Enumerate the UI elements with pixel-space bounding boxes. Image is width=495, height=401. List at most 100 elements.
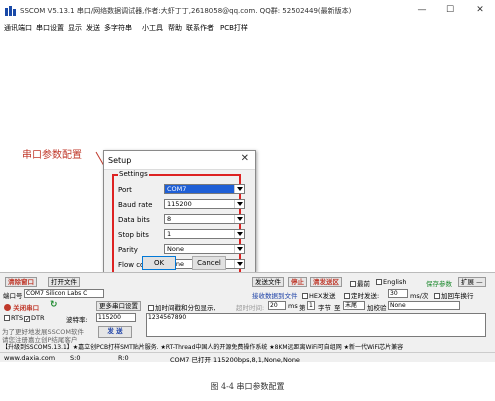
more-serial-settings-button[interactable]: 更多串口设置 [96, 301, 141, 311]
dtr-label: DTR [31, 314, 45, 322]
cancel-button[interactable]: Cancel [192, 256, 226, 270]
clear-send-button[interactable]: 清发送区 [310, 277, 342, 287]
receive-to-file-button[interactable]: 接收数据到文件 [252, 290, 298, 300]
menu-serial-settings[interactable]: 串口设置 [36, 23, 64, 33]
timestamp-checkbox[interactable]: 加时间戳和分包显示, [148, 302, 216, 312]
baud-rate-select[interactable]: 115200 [164, 199, 245, 209]
maximize-button[interactable]: ☐ [440, 3, 460, 17]
expand-button[interactable]: 扩展 — [458, 277, 486, 287]
checkbox-icon[interactable] [376, 279, 382, 285]
add-newline-checkbox[interactable]: 加回车换行 [434, 290, 474, 300]
port-label: Port [118, 186, 132, 194]
send-file-button[interactable]: 发送文件 [252, 277, 284, 287]
timeout-input[interactable]: 20 [268, 301, 286, 310]
port-state: COM7 已打开 115200bps,8,1,None,None [170, 356, 300, 364]
expand-label: 扩展 [461, 278, 474, 286]
checksum-select[interactable]: None [388, 301, 460, 310]
data-bits-select[interactable]: 8 [164, 214, 245, 224]
checkbox-icon[interactable] [4, 315, 10, 321]
clear-window-button[interactable]: 清除窗口 [5, 277, 37, 287]
timeout-label: 超时时间: [236, 304, 265, 312]
baud-rate-value: 115200 [167, 200, 192, 208]
end-select[interactable]: 末尾 [343, 301, 365, 310]
menu-send[interactable]: 发送 [86, 23, 100, 33]
menu-contact-author[interactable]: 联系作者 [186, 23, 214, 33]
parity-select[interactable]: None [164, 244, 245, 254]
menu-pcb-order[interactable]: PCB打样 [220, 23, 248, 33]
english-label: English [383, 278, 407, 286]
setup-dialog: Setup ✕ Settings Port COM7 Baud rate 115… [103, 150, 256, 276]
chevron-down-icon[interactable] [234, 245, 244, 253]
rts-checkbox[interactable]: RTS [4, 314, 23, 322]
dialog-close-icon[interactable]: ✕ [241, 153, 249, 164]
data-bits-value: 8 [167, 215, 172, 223]
parity-label: Parity [118, 246, 138, 254]
add-newline-label: 加回车换行 [441, 292, 474, 300]
figure-caption: 图 4-4 串口参数配置 [210, 382, 285, 391]
timed-send-input[interactable]: 30 [388, 289, 408, 298]
sent-count: S:0 [70, 354, 81, 362]
stop-button[interactable]: 停止 [288, 277, 307, 287]
news-ticker[interactable]: 【升级到SSCOM5.13.1】★嘉立创PCB打样SMT贴片服务. ★RT-Th… [2, 342, 493, 351]
app-logo-icon [5, 6, 16, 16]
port-select[interactable]: COM7 [164, 184, 245, 194]
close-port-button[interactable]: 关闭串口 [4, 302, 39, 312]
port-number-label: 端口号 [3, 292, 23, 300]
save-params-link[interactable]: 保存参数 [426, 278, 452, 288]
ms-label: ms [288, 302, 298, 310]
minimize-button[interactable]: — [412, 3, 432, 17]
chevron-down-icon[interactable] [234, 185, 244, 193]
timed-send-label: 定时发送: [351, 292, 380, 300]
timestamp-label: 加时间戳和分包显示, [155, 304, 216, 312]
port-status-icon [4, 304, 11, 311]
timed-unit-label: ms/次 [410, 292, 429, 300]
menu-bar: 通讯端口 串口设置 显示 发送 多字符串 小工具 帮助 联系作者 PCB打样 [0, 22, 495, 34]
baud-rate-label: Baud rate [118, 201, 153, 209]
checkmark-icon[interactable]: ✓ [24, 316, 30, 323]
baud-rate-panel-label: 波特率: [66, 316, 88, 324]
open-file-button[interactable]: 打开文件 [48, 277, 80, 287]
nth-label: 第 [299, 304, 306, 312]
chevron-down-icon[interactable] [234, 230, 244, 238]
annotation-label: 串口参数配置 [22, 150, 82, 161]
send-text-area[interactable]: 1234567890 [146, 313, 486, 337]
website-link[interactable]: www.daxia.com [4, 354, 55, 362]
expand-symbol: — [476, 278, 483, 286]
menu-comm-port[interactable]: 通讯端口 [4, 23, 32, 33]
ok-button[interactable]: OK [142, 256, 176, 270]
data-bits-label: Data bits [118, 216, 150, 224]
checkbox-icon[interactable] [350, 281, 356, 287]
port-value: COM7 [167, 185, 187, 193]
topmost-label: 最前 [357, 280, 370, 288]
control-panel: 清除窗口 打开文件 发送文件 停止 清发送区 最前 English 保存参数 扩… [0, 272, 495, 352]
english-checkbox[interactable]: English [376, 278, 406, 286]
close-button[interactable]: ✕ [470, 3, 490, 17]
chevron-down-icon[interactable] [234, 260, 244, 268]
parity-value: None [167, 245, 184, 253]
stop-bits-select[interactable]: 1 [164, 229, 245, 239]
menu-tools[interactable]: 小工具 [142, 23, 163, 33]
send-button[interactable]: 发 送 [98, 326, 132, 338]
checkbox-icon[interactable] [148, 305, 154, 311]
checkbox-icon[interactable] [302, 293, 308, 299]
checkbox-icon[interactable] [344, 293, 350, 299]
menu-display[interactable]: 显示 [68, 23, 82, 33]
menu-help[interactable]: 帮助 [168, 23, 182, 33]
port-number-select[interactable]: COM7 Silicon Labs C [24, 289, 104, 298]
byte-index-input[interactable]: 1 [307, 301, 315, 310]
send-text-value: 1234567890 [148, 314, 187, 321]
topmost-checkbox[interactable]: 最前 [350, 278, 370, 288]
settings-group-label: Settings [118, 170, 149, 178]
to-label: 至 [334, 304, 341, 312]
baud-rate-panel-select[interactable]: 115200 [96, 313, 136, 322]
menu-multi-string[interactable]: 多字符串 [104, 23, 132, 33]
timed-send-checkbox[interactable]: 定时发送: [344, 290, 379, 300]
chevron-down-icon[interactable] [234, 200, 244, 208]
dtr-checkbox[interactable]: ✓DTR [24, 314, 45, 323]
chevron-down-icon[interactable] [234, 215, 244, 223]
checkbox-icon[interactable] [434, 293, 440, 299]
dialog-title: Setup [108, 156, 132, 165]
refresh-icon[interactable]: ↻ [50, 300, 58, 310]
hex-send-label: HEX发送 [309, 292, 336, 300]
hex-send-checkbox[interactable]: HEX发送 [302, 290, 335, 300]
